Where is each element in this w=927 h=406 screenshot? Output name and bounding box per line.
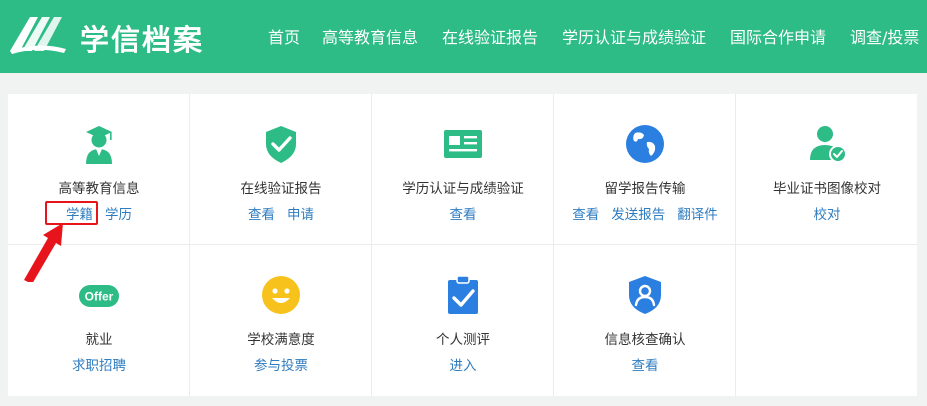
card-links: 参与投票 [190,354,372,374]
card-links: 查看 申请 [190,203,372,223]
smiley-icon[interactable] [261,275,301,315]
card-info-verification: 信息核查确认 查看 [554,245,736,396]
clipboard-check-icon[interactable] [443,275,483,315]
link-view[interactable]: 查看 [450,207,477,223]
globe-icon[interactable] [625,124,665,164]
card-links: 校对 [736,203,918,223]
link-view[interactable]: 查看 [572,207,599,223]
book-logo-icon [10,17,66,54]
top-header: 学信档案 首页 高等教育信息 在线验证报告 学历认证与成绩验证 国际合作申请 调… [0,0,927,73]
link-send-report[interactable]: 发送报告 [611,207,665,223]
card-links: 学籍 学历 [8,203,190,223]
link-job-search[interactable]: 求职招聘 [72,358,126,374]
offer-icon[interactable]: Offer [79,275,119,315]
link-enter[interactable]: 进入 [450,358,477,374]
card-title: 学校满意度 [247,332,315,348]
link-translation[interactable]: 翻译件 [677,207,718,223]
card-title: 就业 [85,332,113,348]
card-links: 查看 [372,203,554,223]
nav-international[interactable]: 国际合作申请 [730,24,826,48]
card-empty [736,245,918,396]
user-check-icon[interactable] [807,124,847,164]
link-degree[interactable]: 学历 [105,207,132,223]
nav-online-verification[interactable]: 在线验证报告 [442,24,538,48]
card-online-verification: 在线验证报告 查看 申请 [190,94,372,245]
card-school-satisfaction: 学校满意度 参与投票 [190,245,372,396]
card-certificate-check: 毕业证书图像校对 校对 [736,94,918,245]
nav-degree-certification[interactable]: 学历认证与成绩验证 [562,24,706,48]
card-title: 在线验证报告 [240,181,322,197]
card-title: 个人测评 [436,332,490,348]
card-links: 求职招聘 [8,354,190,374]
card-links: 进入 [372,354,554,374]
card-title: 毕业证书图像校对 [773,181,881,197]
service-grid: 高等教育信息 学籍 学历 在线验证报告 查看 申请 学历认证与成绩验证 查看 留… [8,94,918,396]
card-links: 查看 [554,354,736,374]
shield-check-icon[interactable] [261,124,301,164]
card-title: 学历认证与成绩验证 [402,181,524,197]
card-links: 查看 发送报告 翻译件 [554,203,736,223]
card-title: 高等教育信息 [58,181,140,197]
link-vote[interactable]: 参与投票 [254,358,308,374]
link-apply[interactable]: 申请 [287,207,314,223]
id-card-icon[interactable] [443,124,483,164]
link-proofread[interactable]: 校对 [814,207,841,223]
card-personal-assessment: 个人测评 进入 [372,245,554,396]
card-title: 信息核查确认 [604,332,686,348]
graduate-icon[interactable] [79,124,119,164]
shield-user-icon[interactable] [625,275,665,315]
logo-title[interactable]: 学信档案 [80,17,204,59]
nav-home[interactable]: 首页 [268,24,300,48]
card-study-abroad-report: 留学报告传输 查看 发送报告 翻译件 [554,94,736,245]
nav-survey[interactable]: 调查/投票 [850,24,919,48]
card-degree-certification: 学历认证与成绩验证 查看 [372,94,554,245]
card-title: 留学报告传输 [604,181,686,197]
offer-badge-text: Offer [85,290,114,304]
link-view[interactable]: 查看 [248,207,275,223]
arrow-annotation-icon [24,223,63,282]
nav-higher-education[interactable]: 高等教育信息 [322,24,418,48]
link-view[interactable]: 查看 [632,358,659,374]
